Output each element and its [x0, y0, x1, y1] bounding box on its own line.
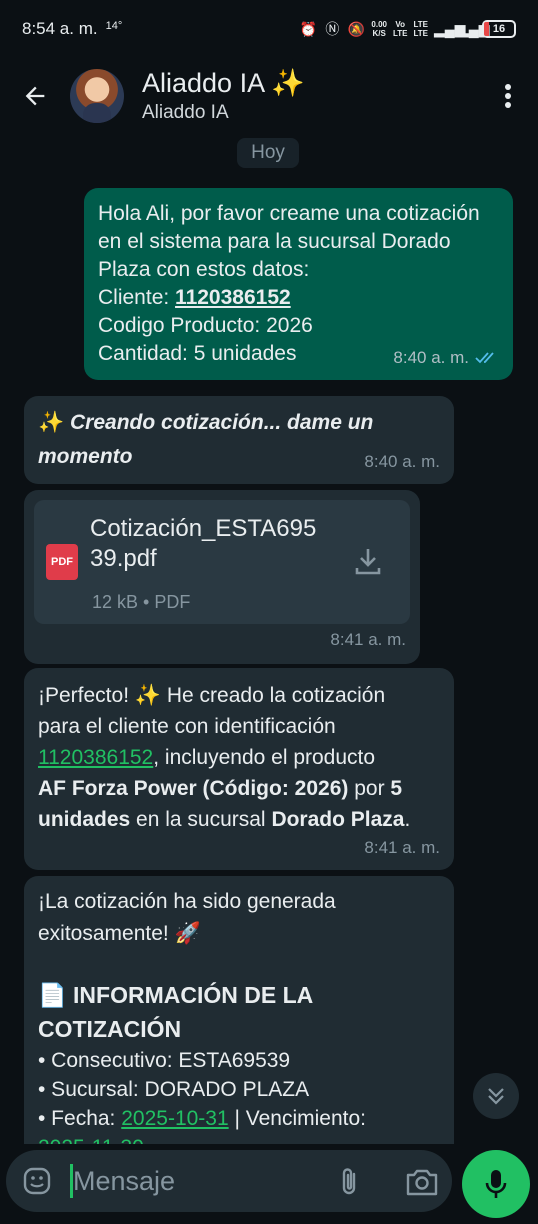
message-time: 8:40 a. m. — [364, 451, 440, 471]
download-icon — [355, 549, 381, 575]
day-chip: Hoy — [237, 138, 299, 168]
message-time: 8:41 a. m. — [364, 837, 440, 857]
mute-icon: 🔕 — [347, 21, 366, 37]
mic-icon — [485, 1170, 507, 1198]
more-options-button[interactable] — [478, 83, 538, 109]
date-link[interactable]: 2025-10-31 — [121, 1107, 228, 1130]
pdf-icon: PDF — [46, 544, 78, 580]
message-meta: 8:41 a. m. — [330, 626, 406, 655]
net-speed: 0.00 K/S — [371, 20, 387, 38]
status-time: 8:54 a. m. — [22, 19, 98, 38]
rocket-icon: 🚀 — [174, 922, 201, 945]
battery-icon: 16 — [482, 20, 516, 38]
message-meta: 8:40 a. m. — [393, 344, 499, 373]
attach-button[interactable] — [336, 1166, 364, 1198]
scroll-down-button[interactable] — [473, 1073, 519, 1119]
document-message[interactable]: PDF Cotización_ESTA695 39.pdf 12 kB • PD… — [24, 490, 420, 664]
voice-record-button[interactable] — [462, 1150, 530, 1218]
more-vert-icon — [505, 84, 511, 108]
file-info: 12 kB • PDF — [92, 592, 191, 612]
volte-icon: Vo LTE — [392, 20, 408, 38]
sparkle-icon: ✨ — [134, 684, 162, 707]
camera-icon — [406, 1169, 438, 1196]
phone-link[interactable]: 1120386152 — [175, 286, 291, 309]
input-bar: Mensaje — [0, 1144, 538, 1224]
attach-icon — [342, 1168, 356, 1195]
phone-link[interactable]: 1120386152 — [38, 746, 153, 769]
chat-title: Aliaddo IA ✨ — [142, 68, 305, 98]
date-link[interactable]: 2025-11-30 — [38, 1136, 144, 1144]
message-meta: 8:40 a. m. — [364, 448, 440, 477]
signal-icon-2: ▂▄▆ — [458, 21, 490, 37]
back-button[interactable] — [0, 58, 70, 134]
camera-button[interactable] — [404, 1166, 440, 1198]
chat-subtitle: Aliaddo IA — [142, 102, 229, 123]
emoji-icon — [23, 1167, 51, 1195]
message-input[interactable]: Mensaje — [73, 1166, 175, 1197]
status-temp: 14° — [105, 20, 123, 32]
file-name: Cotización_ESTA695 39.pdf — [90, 515, 317, 572]
message-meta: 8:41 a. m. — [364, 834, 440, 863]
message-text: ¡Perfecto! ✨ He creado la cotización par… — [38, 684, 411, 831]
download-button[interactable] — [354, 546, 382, 576]
chat-title-block[interactable]: Aliaddo IA ✨ Aliaddo IA — [142, 67, 305, 125]
message-time: 8:41 a. m. — [330, 629, 406, 649]
outgoing-message[interactable]: Hola Ali, por favor creame una cotizació… — [84, 188, 513, 380]
message-input-pill[interactable]: Mensaje — [6, 1150, 452, 1212]
chat-area[interactable]: Hoy Hola Ali, por favor creame una cotiz… — [0, 134, 538, 1144]
lte-icon: LTE LTE — [413, 20, 428, 38]
back-arrow-icon — [25, 86, 45, 106]
status-bar: 8:54 a. m. 14° ⏰ Ⓝ 🔕 0.00 K/S Vo LTE LTE LT… — [0, 0, 538, 58]
document-icon: 📄 — [38, 982, 67, 1008]
nfc-icon: Ⓝ — [325, 21, 340, 37]
read-ticks-icon — [475, 352, 494, 364]
chat-header: Aliaddo IA ✨ Aliaddo IA — [0, 58, 538, 134]
sparkle-icon: ✨ — [38, 411, 65, 434]
status-icons: ⏰ Ⓝ 🔕 0.00 K/S Vo LTE LTE LTE ▂▄▆ ▂▄▆ 16 — [299, 20, 516, 38]
incoming-message[interactable]: ✨ Creando cotización... dame un momento … — [24, 396, 454, 484]
alarm-icon: ⏰ — [299, 21, 318, 37]
message-time: 8:40 a. m. — [393, 347, 469, 367]
chevron-double-down-icon — [488, 1088, 504, 1105]
incoming-message[interactable]: ¡Perfecto! ✨ He creado la cotización par… — [24, 668, 454, 870]
avatar[interactable] — [70, 69, 124, 123]
incoming-message[interactable]: ¡La cotización ha sido generada exitosam… — [24, 876, 454, 1144]
file-card[interactable]: PDF Cotización_ESTA695 39.pdf 12 kB • PD… — [34, 500, 410, 624]
message-text: ¡La cotización ha sido generada exitosam… — [38, 886, 440, 1144]
emoji-button[interactable] — [6, 1166, 68, 1196]
signal-icon: ▂▄▆ — [434, 21, 466, 37]
